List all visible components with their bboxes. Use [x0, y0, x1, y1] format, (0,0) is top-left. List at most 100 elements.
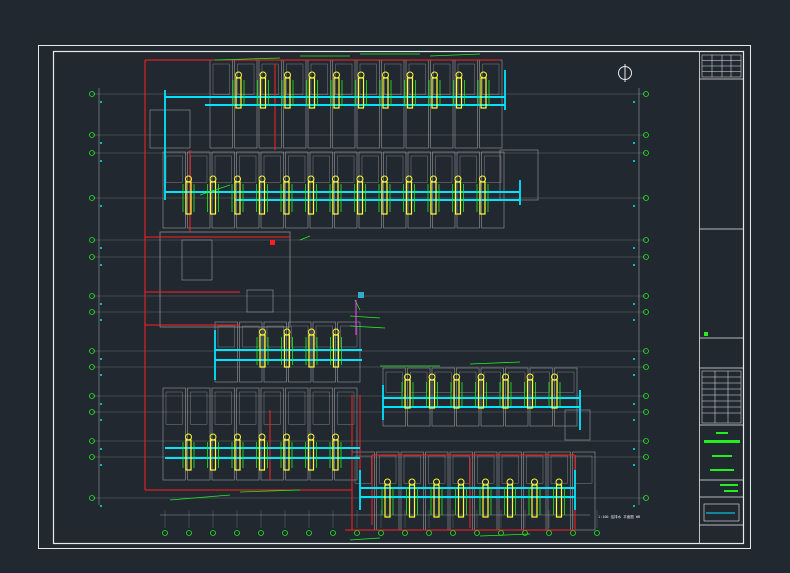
revision-table — [701, 54, 742, 78]
bathroom-outline — [165, 155, 183, 183]
sanitary-fixture — [531, 484, 538, 518]
room-outline — [376, 451, 400, 531]
bathroom-outline — [312, 155, 330, 183]
bathroom-outline — [435, 155, 453, 183]
floor-drain — [357, 71, 365, 79]
grid-tick — [100, 419, 102, 421]
room-outline — [449, 451, 473, 531]
sanitary-fixture — [308, 77, 316, 109]
room-outline — [400, 451, 424, 531]
floor-drain — [308, 71, 316, 79]
grid-tick — [100, 319, 102, 321]
plumbing-fixtures — [182, 71, 565, 518]
bathroom-outline — [312, 391, 330, 425]
grid-tick — [633, 448, 635, 450]
bathroom-outline — [214, 155, 232, 183]
room-outline — [523, 451, 547, 531]
leader-line — [349, 325, 386, 329]
leader-line — [169, 494, 231, 501]
floor-drain — [284, 71, 291, 79]
sanitary-fixture — [283, 439, 290, 471]
grid-tick — [100, 247, 102, 249]
floor-drain — [480, 71, 487, 79]
drawing-note: 1:100 给排水 平面图 WB — [598, 514, 640, 519]
grid-tick — [100, 505, 102, 507]
end-room-block — [564, 409, 591, 441]
floor-drain — [258, 433, 266, 441]
grid-bubble — [186, 530, 192, 536]
floor-drain — [455, 71, 463, 79]
bathroom-outline — [457, 63, 475, 95]
room-outline — [337, 321, 361, 383]
room-outline — [351, 451, 375, 531]
bathroom-outline — [384, 63, 402, 95]
bathroom-outline — [217, 325, 235, 348]
bathroom-outline — [190, 391, 208, 425]
sanitary-fixture — [480, 77, 487, 109]
grid-bubble — [594, 530, 600, 536]
bathroom-outline — [335, 63, 353, 95]
grid-bubble — [330, 530, 336, 536]
sanitary-fixture — [555, 484, 563, 518]
bathroom-outline — [354, 455, 372, 484]
bathroom-outline — [410, 155, 428, 183]
bathroom-outline — [310, 63, 328, 95]
grid-tick — [633, 464, 635, 466]
room-outline — [214, 321, 238, 383]
sanitary-fixture — [382, 77, 389, 109]
red-marker — [270, 240, 275, 245]
sanitary-fixture — [332, 439, 339, 471]
grid-tick — [633, 160, 635, 162]
stair-block — [181, 239, 213, 281]
sanitary-fixture — [406, 77, 414, 109]
leader-line — [429, 53, 481, 57]
grid-bubble — [234, 530, 240, 536]
floor-drain — [235, 71, 242, 79]
room-outline — [474, 451, 498, 531]
floor-drain — [259, 71, 267, 79]
floor-drain — [384, 478, 391, 486]
bathroom-outline — [214, 391, 232, 425]
end-room-block — [149, 109, 191, 149]
floor-drain — [406, 71, 414, 79]
bathroom-outline — [433, 63, 451, 95]
bathroom-outline — [239, 391, 257, 425]
bathroom-outline — [263, 391, 281, 425]
grid-bubble — [522, 530, 528, 536]
leader-line — [469, 361, 521, 365]
floor-drain — [431, 71, 438, 79]
grid-tick — [633, 303, 635, 305]
floor-drain — [555, 478, 563, 486]
floor-drain — [185, 433, 192, 441]
grid-tick — [100, 374, 102, 376]
room-outline — [547, 451, 571, 531]
bathroom-outline — [237, 63, 255, 95]
bathroom-outline — [190, 155, 208, 183]
floor-drain — [531, 478, 538, 486]
floor-drain — [506, 478, 514, 486]
room-outline — [239, 321, 263, 383]
floor-drain — [259, 328, 266, 336]
grid-tick — [633, 205, 635, 207]
grid-tick — [633, 264, 635, 266]
core-stair-block — [159, 231, 291, 328]
grid-tick — [633, 505, 635, 507]
floor-drain — [457, 478, 465, 486]
north-arrow-icon — [618, 64, 632, 82]
cyan-marker — [358, 292, 364, 298]
room-outline — [312, 321, 336, 383]
bathroom-outline — [386, 155, 404, 183]
sanitary-fixture — [384, 484, 391, 518]
bathroom-outline — [261, 63, 279, 95]
sanitary-fixture — [357, 77, 365, 109]
floor-drain — [234, 433, 241, 441]
bathroom-outline — [266, 325, 284, 348]
column-grid — [89, 88, 649, 536]
bathroom-outline — [239, 155, 257, 183]
sanitary-fixture — [258, 439, 266, 471]
grid-bubble — [546, 530, 552, 536]
room-outline — [162, 151, 186, 229]
grid-bubble — [306, 530, 312, 536]
grid-tick — [100, 142, 102, 144]
sanitary-fixture — [185, 439, 192, 471]
